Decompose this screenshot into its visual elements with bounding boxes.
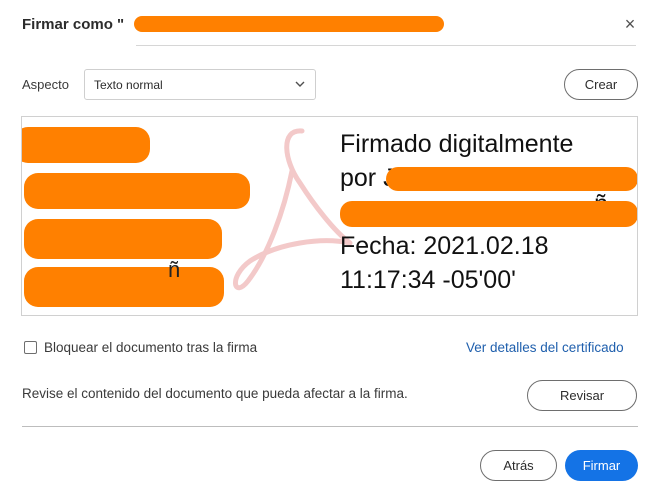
redacted-name-line-1 [22,127,150,163]
close-icon[interactable]: × [622,15,638,33]
aspect-select-value: Texto normal [94,78,163,92]
view-certificate-link[interactable]: Ver detalles del certificado [466,340,624,355]
chevron-down-icon [295,81,305,87]
aspect-select[interactable]: Texto normal [84,69,316,100]
aspect-label: Aspecto [22,77,69,92]
review-button[interactable]: Revisar [527,380,637,411]
back-button[interactable]: Atrás [480,450,557,481]
redacted-sig-line-3 [340,201,637,227]
redacted-name-line-4 [24,267,224,307]
signature-preview: ñ Firmado digitalmente por J ñ Fecha: 20… [21,116,638,316]
lock-document-checkbox[interactable] [24,341,37,354]
redacted-sig-line-2 [386,167,637,191]
lock-document-label[interactable]: Bloquear el documento tras la firma [44,340,257,355]
review-notice: Revise el contenido del documento que pu… [22,386,408,401]
name-fragment: ñ [168,257,181,282]
sig-line-4: Fecha: 2021.02.18 [340,232,549,260]
sig-line-5: 11:17:34 -05'00' [340,266,516,294]
redacted-signer-name [134,16,444,32]
create-button[interactable]: Crear [564,69,638,100]
sign-dialog: Firmar como "" × Aspecto Texto normal Cr… [0,0,649,490]
sig-line-1: Firmado digitalmente [340,130,574,158]
footer-divider [22,426,638,427]
redacted-name-line-2 [24,173,250,209]
sign-button[interactable]: Firmar [565,450,638,481]
header-divider [136,45,636,46]
redacted-name-line-3 [24,219,222,259]
